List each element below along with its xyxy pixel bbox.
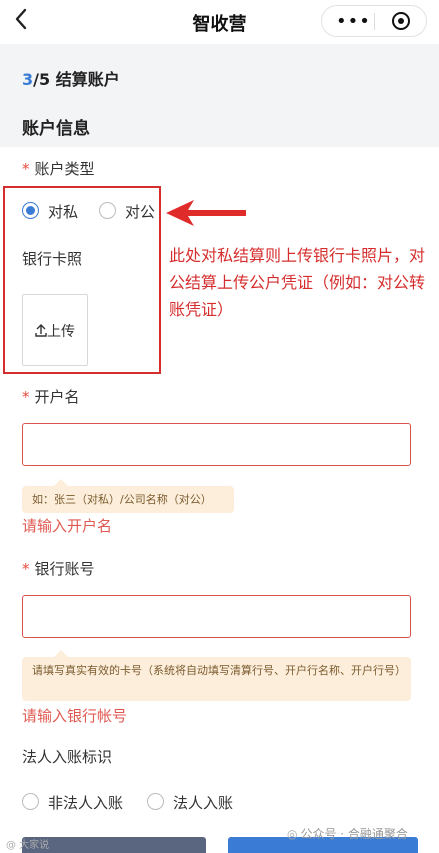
required-star: *: [22, 560, 30, 578]
more-menu-button[interactable]: •••: [336, 11, 371, 32]
radio-non-legal-label[interactable]: 非法人入账: [48, 792, 123, 813]
watermark-left: @ 大家说: [6, 840, 50, 851]
account-name-error: 请输入开户名: [22, 517, 113, 535]
nav-bar: 智收营 •••: [0, 0, 439, 44]
step-indicator: 3/5 结算账户: [22, 66, 120, 90]
annotation-arrow-icon: [166, 200, 246, 226]
account-name-label-text: 开户名: [34, 388, 80, 406]
required-star: *: [22, 388, 30, 406]
watermark-right: ◎ 公众号 · 合融通聚合: [287, 825, 408, 842]
required-star: *: [22, 160, 30, 178]
radio-non-legal[interactable]: [22, 793, 39, 810]
account-type-label-text: 账户类型: [34, 160, 95, 178]
bank-account-input[interactable]: [22, 595, 411, 638]
radio-legal-label[interactable]: 法人入账: [173, 792, 233, 813]
account-name-tip: 如：张三（对私）/公司名称（对公）: [22, 479, 234, 513]
annotation-highlight-box: [3, 186, 161, 374]
bank-account-tip: 请填写真实有效的卡号（系统将自动填写清算行号、开户行名称、开户行号）: [22, 650, 411, 701]
step-current: 3: [22, 70, 34, 89]
mini-program-capsule: •••: [321, 5, 427, 37]
annotation-text: 此处对私结算则上传银行卡照片，对公结算上传公户凭证（例如：对公转账凭证）: [169, 246, 426, 319]
watermark-right-text: 公众号 · 合融通聚合: [300, 827, 408, 841]
account-name-input[interactable]: [22, 423, 411, 466]
bank-account-error: 请输入银行帐号: [22, 707, 128, 725]
prev-step-button[interactable]: [22, 837, 206, 853]
bank-account-label-text: 银行账号: [34, 560, 95, 578]
capsule-divider: [374, 13, 375, 30]
step-rest: /5 结算账户: [33, 70, 120, 89]
wechat-icon: ◎: [287, 827, 298, 841]
bank-account-label: * 银行账号: [22, 558, 95, 579]
section-title: 账户信息: [22, 119, 90, 139]
account-type-label: * 账户类型: [22, 158, 95, 179]
account-name-label: * 开户名: [22, 386, 80, 407]
close-target-icon[interactable]: [392, 12, 410, 30]
radio-legal[interactable]: [147, 793, 164, 810]
legal-person-label: 法人入账标识: [22, 748, 113, 766]
